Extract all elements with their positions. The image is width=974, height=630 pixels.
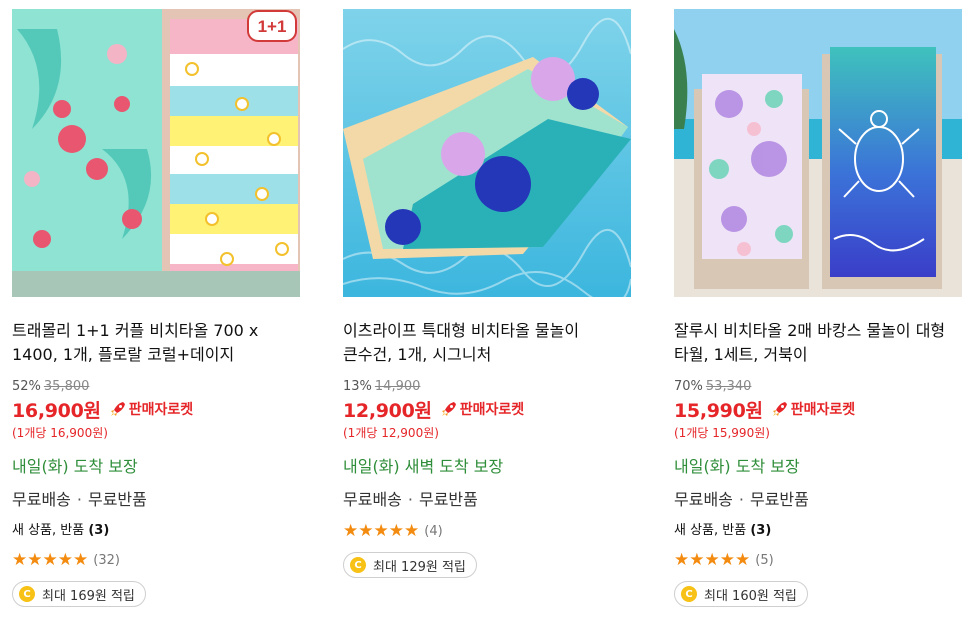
unit-price: (1개당 12,900원) — [343, 426, 439, 440]
discount-info: 70% 53,340 — [674, 378, 962, 396]
cashback-text: 최대 129원 적립 — [373, 559, 466, 575]
rocket-icon — [110, 402, 125, 416]
discount-rate: 70% — [674, 379, 703, 394]
cashback-pill[interactable]: C 최대 160원 적립 — [674, 581, 808, 607]
seller-rocket-badge: 판매자로켓 — [440, 399, 524, 419]
star-icon: ★ — [689, 549, 705, 570]
star-icon: ★ — [73, 549, 89, 570]
product-title[interactable]: 잘루시 비치타올 2매 바캉스 물놀이 대형 타월, 1세트, 거북이 — [674, 319, 962, 367]
star-rating: ★ ★ ★ ★ ★ — [674, 549, 751, 570]
arrival-guarantee: 내일(화) 새벽 도착 보장 — [343, 457, 504, 476]
new-item-label: 새 상품, 반품 — [674, 523, 747, 538]
free-return: 무료반품 — [418, 490, 478, 509]
bundle-badge: 1+1 — [258, 17, 287, 36]
review-count: (5) — [755, 552, 774, 568]
coin-icon: C — [681, 586, 697, 602]
star-icon: ★ — [12, 549, 28, 570]
product-card[interactable]: 잘루시 비치타올 2매 바캉스 물놀이 대형 타월, 1세트, 거북이 70% 5… — [674, 9, 962, 607]
new-item-count: (3) — [750, 523, 772, 538]
star-rating: ★ ★ ★ ★ ★ — [12, 549, 89, 570]
price-row: 15,990원 판매자로켓 — [674, 397, 962, 422]
sale-price: 16,900원 — [12, 399, 101, 422]
unit-price: (1개당 16,900원) — [12, 426, 108, 440]
free-shipping: 무료배송 — [12, 490, 71, 509]
rating: ★ ★ ★ ★ ★ (5) — [674, 551, 962, 569]
star-icon: ★ — [674, 549, 690, 570]
star-icon: ★ — [358, 520, 374, 541]
discount-rate: 52% — [12, 379, 41, 394]
coin-icon: C — [350, 557, 366, 573]
product-card[interactable]: 1+1 트래몰리 1+1 커플 비치타올 700 x 1400, 1개, 플로랄… — [12, 9, 300, 607]
free-return: 무료반품 — [749, 490, 809, 509]
star-icon: ★ — [373, 520, 389, 541]
original-price: 35,800 — [43, 379, 90, 394]
discount-info: 13% 14,900 — [343, 378, 631, 396]
product-title[interactable]: 이츠라이프 특대형 비치타올 물놀이 큰수건, 1개, 시그니처 — [343, 319, 631, 367]
shipping-info: 무료배송 · 무료반품 — [674, 490, 809, 509]
arrival-guarantee: 내일(화) 도착 보장 — [12, 457, 138, 476]
delivery-badge-label: 판매자로켓 — [459, 402, 525, 418]
star-icon: ★ — [719, 549, 735, 570]
cashback-pill[interactable]: C 최대 129원 적립 — [343, 552, 477, 578]
discount-info: 52% 35,800 — [12, 378, 300, 396]
product-title[interactable]: 트래몰리 1+1 커플 비치타올 700 x 1400, 1개, 플로랄 코럴+… — [12, 319, 300, 367]
review-count: (4) — [424, 523, 443, 539]
shipping-info: 무료배송 · 무료반품 — [12, 490, 147, 509]
delivery-badge-label: 판매자로켓 — [128, 402, 194, 418]
star-icon: ★ — [343, 520, 359, 541]
free-return: 무료반품 — [87, 490, 147, 509]
sale-price: 15,990원 — [674, 399, 763, 422]
seller-rocket-badge: 판매자로켓 — [771, 399, 855, 419]
star-icon: ★ — [735, 549, 751, 570]
product-image[interactable]: 1+1 — [12, 9, 300, 297]
review-count: (32) — [93, 552, 120, 568]
free-shipping: 무료배송 — [343, 490, 402, 509]
sale-price: 12,900원 — [343, 399, 432, 422]
price-row: 12,900원 판매자로켓 — [343, 397, 631, 422]
star-rating: ★ ★ ★ ★ ★ — [343, 520, 420, 541]
seller-rocket-badge: 판매자로켓 — [109, 399, 193, 419]
cashback-text: 최대 169원 적립 — [42, 588, 135, 604]
star-icon: ★ — [27, 549, 43, 570]
new-item-label: 새 상품, 반품 — [12, 523, 85, 538]
cashback-text: 최대 160원 적립 — [704, 588, 797, 604]
original-price: 53,340 — [705, 379, 752, 394]
free-shipping: 무료배송 — [674, 490, 733, 509]
coin-icon: C — [19, 586, 35, 602]
cashback-pill[interactable]: C 최대 169원 적립 — [12, 581, 146, 607]
product-card[interactable]: 이츠라이프 특대형 비치타올 물놀이 큰수건, 1개, 시그니처 13% 14,9… — [343, 9, 631, 578]
rating: ★ ★ ★ ★ ★ (4) — [343, 522, 631, 540]
discount-rate: 13% — [343, 379, 372, 394]
new-item-returns[interactable]: 새 상품, 반품 (3) — [12, 522, 300, 540]
original-price: 14,900 — [374, 379, 421, 394]
rating: ★ ★ ★ ★ ★ (32) — [12, 551, 300, 569]
star-icon: ★ — [388, 520, 404, 541]
product-image[interactable] — [674, 9, 962, 297]
new-item-returns[interactable]: 새 상품, 반품 (3) — [674, 522, 962, 540]
arrival-guarantee: 내일(화) 도착 보장 — [674, 457, 800, 476]
product-image[interactable] — [343, 9, 631, 297]
shipping-info: 무료배송 · 무료반품 — [343, 490, 478, 509]
product-grid: 1+1 트래몰리 1+1 커플 비치타올 700 x 1400, 1개, 플로랄… — [0, 0, 974, 630]
rocket-icon — [772, 402, 787, 416]
price-row: 16,900원 판매자로켓 — [12, 397, 300, 422]
star-icon: ★ — [42, 549, 58, 570]
star-icon: ★ — [404, 520, 420, 541]
rocket-icon — [441, 402, 456, 416]
star-icon: ★ — [704, 549, 720, 570]
unit-price: (1개당 15,990원) — [674, 426, 770, 440]
delivery-badge-label: 판매자로켓 — [790, 402, 856, 418]
star-icon: ★ — [57, 549, 73, 570]
new-item-count: (3) — [88, 523, 110, 538]
